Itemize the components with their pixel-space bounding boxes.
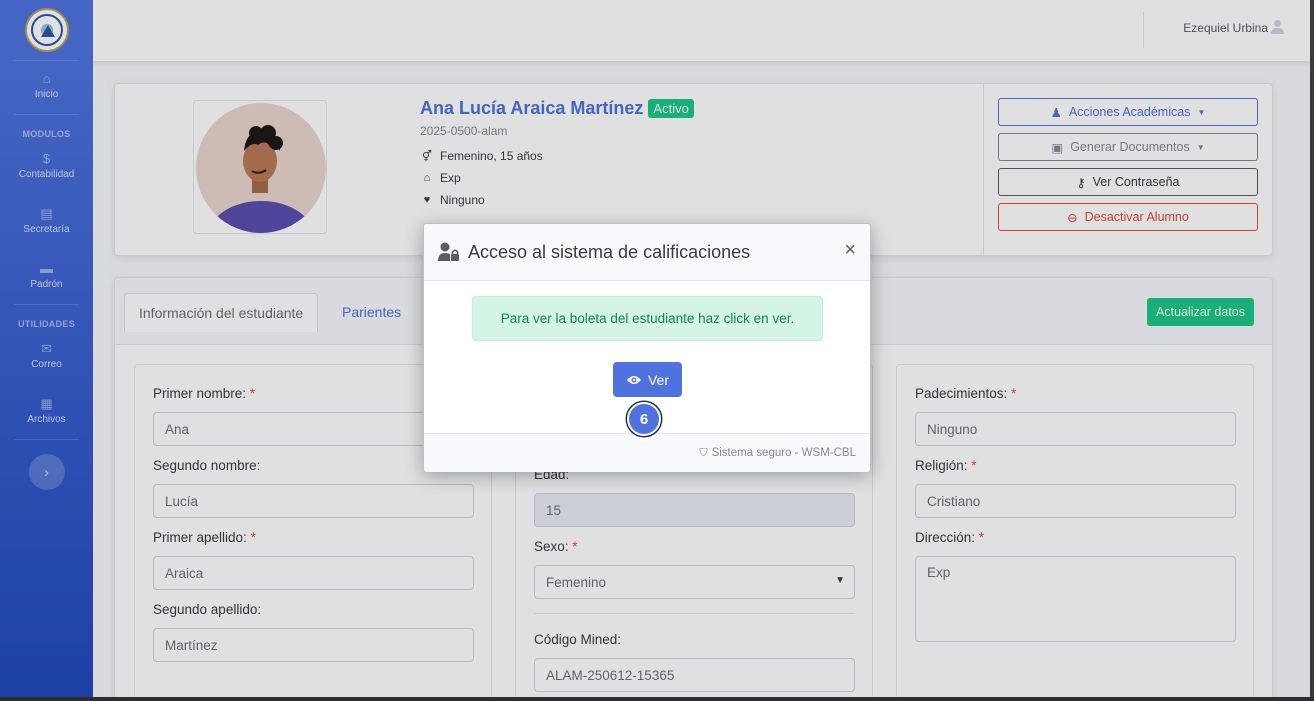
modal-title: Acceso al sistema de calificaciones bbox=[468, 241, 751, 262]
shield-icon: ⛉ bbox=[699, 446, 708, 459]
grades-access-modal: Acceso al sistema de calificaciones × Pa… bbox=[423, 223, 871, 472]
info-alert: Para ver la boleta del estudiante haz cl… bbox=[472, 296, 823, 341]
eye-icon bbox=[626, 375, 641, 384]
modal-header: Acceso al sistema de calificaciones × bbox=[424, 224, 870, 281]
step-marker: 6 bbox=[627, 402, 661, 436]
close-icon[interactable]: × bbox=[844, 240, 856, 260]
window-edge bbox=[0, 697, 1314, 701]
view-button[interactable]: Ver bbox=[613, 362, 682, 397]
modal-footer: ⛉ Sistema seguro - WSM-CBL bbox=[424, 433, 870, 472]
window-edge bbox=[1310, 0, 1314, 697]
user-lock-icon bbox=[438, 242, 459, 261]
